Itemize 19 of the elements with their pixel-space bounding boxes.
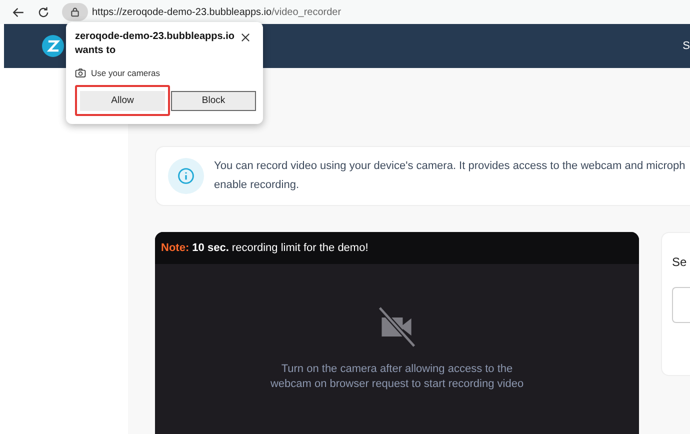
camera-instructions: Turn on the camera after allowing access to the webcam on browser request to start recording video <box>270 362 524 392</box>
logo-icon <box>42 35 64 57</box>
header-text: S <box>682 40 690 52</box>
input-field[interactable] <box>672 287 690 323</box>
back-icon[interactable] <box>12 6 25 18</box>
card-title: Se <box>672 255 688 269</box>
url-text: https://zeroqode-demo-23.bubbleapps.io/video_recorder <box>92 6 342 18</box>
lock-icon[interactable] <box>62 3 88 21</box>
permission-button[interactable]: Allow <box>80 90 165 110</box>
camera-icon <box>75 68 86 78</box>
close-icon[interactable] <box>241 33 250 42</box>
permission-button[interactable]: Block <box>171 90 256 110</box>
permission-prompt: zeroqode-demo-23.bubbleapps.io wants to <box>75 30 234 58</box>
info-text: You can record video using your device's camera. It provides access to the webcam and microph enable recording. <box>214 159 686 193</box>
permission-text: Use your cameras <box>91 68 160 78</box>
info-icon <box>168 158 204 194</box>
note-text: Note: 10 sec. recording limit for the demo! <box>161 242 368 254</box>
reload-icon[interactable] <box>37 6 50 18</box>
camera-off-icon <box>376 306 418 348</box>
